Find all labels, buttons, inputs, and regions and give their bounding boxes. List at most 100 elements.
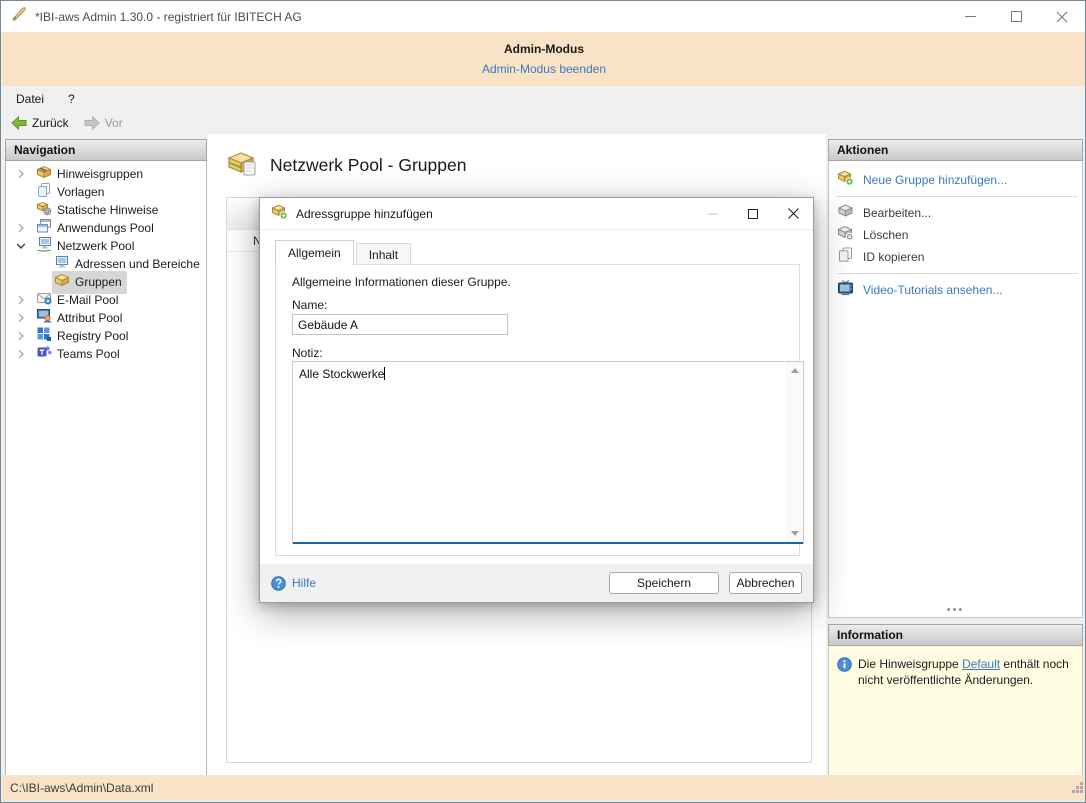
admin-mode-title: Admin-Modus bbox=[504, 42, 584, 56]
resize-grip-icon[interactable] bbox=[1071, 781, 1084, 799]
forward-button[interactable]: Vor bbox=[78, 114, 129, 132]
dialog-tabs: Allgemein Inhalt bbox=[275, 240, 413, 265]
chevron-down-icon[interactable] bbox=[16, 241, 34, 251]
right-panel: Aktionen Neue Gruppe hinzufügen... Bearb… bbox=[828, 139, 1083, 776]
tree-label: Teams Pool bbox=[57, 347, 120, 361]
note-scrollbar[interactable] bbox=[786, 362, 803, 542]
text-caret bbox=[384, 367, 386, 380]
window-title: *IBI-aws Admin 1.30.0 - registriert für … bbox=[35, 9, 302, 24]
actions-separator bbox=[837, 273, 1078, 274]
delete-group-icon bbox=[837, 224, 854, 246]
name-input[interactable] bbox=[292, 314, 508, 335]
note-value: Alle Stockwerke bbox=[299, 367, 385, 381]
panel-splitter-handle[interactable]: ••• bbox=[947, 605, 965, 617]
main-title-row: Netzwerk Pool - Gruppen bbox=[226, 148, 466, 183]
actions-separator bbox=[837, 196, 1078, 197]
group-description-text: Allgemeine Informationen dieser Gruppe. bbox=[292, 275, 511, 289]
action-label: ID kopieren bbox=[863, 250, 925, 264]
focus-indicator bbox=[293, 542, 803, 544]
name-label: Name: bbox=[292, 298, 328, 312]
dialog-controls bbox=[693, 198, 813, 230]
chevron-right-icon[interactable] bbox=[16, 331, 34, 341]
help-icon bbox=[271, 575, 286, 591]
dialog-footer: Hilfe Speichern Abbrechen bbox=[260, 564, 813, 602]
dialog-close-button[interactable] bbox=[773, 198, 813, 230]
note-label: Notiz: bbox=[292, 346, 323, 360]
tree-label: Anwendungs Pool bbox=[57, 221, 154, 235]
minimize-icon bbox=[964, 16, 976, 17]
tree-label: Netzwerk Pool bbox=[57, 239, 135, 253]
tree-item-teams-pool[interactable]: Teams Pool bbox=[6, 345, 206, 363]
teams-pool-icon bbox=[36, 344, 52, 365]
tree-label: Gruppen bbox=[75, 275, 122, 289]
default-group-link[interactable]: Default bbox=[962, 657, 1000, 671]
info-message-before: Die Hinweisgruppe bbox=[858, 657, 963, 671]
back-button[interactable]: Zurück bbox=[5, 114, 75, 132]
information-body: Die Hinweisgruppe Default enthält noch n… bbox=[828, 646, 1083, 776]
dialog-minimize-button[interactable] bbox=[693, 198, 733, 230]
tree-label: Hinweisgruppen bbox=[57, 167, 144, 181]
action-label: Bearbeiten... bbox=[863, 206, 932, 220]
admin-mode-exit-link[interactable]: Admin-Modus beenden bbox=[482, 62, 606, 76]
maximize-icon bbox=[748, 208, 758, 219]
tab-allgemein[interactable]: Allgemein bbox=[275, 240, 354, 265]
tree-label: Attribut Pool bbox=[57, 311, 123, 325]
menu-bar: Datei ? bbox=[2, 86, 1085, 111]
scroll-up-icon[interactable] bbox=[786, 362, 803, 379]
chevron-right-icon[interactable] bbox=[16, 223, 34, 233]
info-icon bbox=[837, 657, 852, 775]
tree-label: Vorlagen bbox=[57, 185, 105, 199]
action-copy-id[interactable]: ID kopieren bbox=[829, 246, 1082, 268]
action-label: Video-Tutorials ansehen... bbox=[863, 283, 1003, 297]
save-button[interactable]: Speichern bbox=[609, 572, 719, 594]
network-pool-icon bbox=[36, 236, 52, 257]
nav-toolbar: Zurück Vor bbox=[2, 111, 1085, 134]
dialog-buttons: Speichern Abbrechen bbox=[609, 572, 802, 594]
action-edit[interactable]: Bearbeiten... bbox=[829, 202, 1082, 224]
information-header: Information bbox=[828, 624, 1083, 646]
action-delete[interactable]: Löschen bbox=[829, 224, 1082, 246]
close-button[interactable] bbox=[1039, 1, 1085, 32]
note-textarea[interactable]: Alle Stockwerke bbox=[292, 361, 804, 544]
action-video-tutorials[interactable]: Video-Tutorials ansehen... bbox=[829, 279, 1082, 301]
tab-panel-allgemein: Allgemeine Informationen dieser Gruppe. … bbox=[275, 264, 804, 556]
chevron-right-icon[interactable] bbox=[16, 169, 34, 179]
navigation-panel: Navigation Hinweisgruppen Vorlagen Stati… bbox=[5, 139, 207, 776]
action-add-group[interactable]: Neue Gruppe hinzufügen... bbox=[829, 169, 1082, 191]
status-bar: C:\IBI-aws\Admin\Data.xml bbox=[2, 775, 1085, 801]
cancel-button[interactable]: Abbrechen bbox=[729, 572, 802, 594]
chevron-right-icon[interactable] bbox=[16, 313, 34, 323]
chevron-right-icon[interactable] bbox=[16, 295, 34, 305]
page-title: Netzwerk Pool - Gruppen bbox=[270, 155, 467, 175]
tree-label: Registry Pool bbox=[57, 329, 129, 343]
tree-label: E-Mail Pool bbox=[57, 293, 119, 307]
add-group-icon bbox=[837, 169, 854, 191]
admin-mode-banner: Admin-Modus Admin-Modus beenden bbox=[2, 32, 1085, 86]
chevron-right-icon[interactable] bbox=[16, 349, 34, 359]
minimize-button[interactable] bbox=[947, 1, 993, 32]
app-window: *IBI-aws Admin 1.30.0 - registriert für … bbox=[0, 0, 1086, 803]
tab-inhalt[interactable]: Inhalt bbox=[355, 243, 412, 265]
actions-header: Aktionen bbox=[828, 139, 1083, 161]
maximize-icon bbox=[1010, 11, 1022, 22]
back-arrow-icon bbox=[11, 115, 27, 130]
title-bar: *IBI-aws Admin 1.30.0 - registriert für … bbox=[1, 1, 1085, 32]
actions-list: Neue Gruppe hinzufügen... Bearbeiten... … bbox=[828, 161, 1083, 618]
menu-help[interactable]: ? bbox=[58, 88, 85, 110]
action-label: Neue Gruppe hinzufügen... bbox=[863, 173, 1008, 187]
back-label: Zurück bbox=[32, 115, 69, 130]
dialog-maximize-button[interactable] bbox=[733, 198, 773, 230]
help-link[interactable]: Hilfe bbox=[271, 575, 317, 591]
status-file-path: C:\IBI-aws\Admin\Data.xml bbox=[10, 781, 154, 795]
add-address-group-dialog: Adressgruppe hinzufügen Allgemein Inhalt… bbox=[259, 197, 814, 603]
close-icon bbox=[1056, 11, 1068, 22]
help-label: Hilfe bbox=[292, 576, 317, 590]
network-pool-groups-icon bbox=[226, 148, 258, 183]
menu-datei[interactable]: Datei bbox=[6, 88, 54, 110]
action-label: Löschen bbox=[863, 228, 909, 242]
maximize-button[interactable] bbox=[993, 1, 1039, 32]
note-text: Alle Stockwerke bbox=[299, 367, 781, 382]
copy-id-icon bbox=[837, 246, 854, 268]
scroll-down-icon[interactable] bbox=[786, 525, 803, 542]
add-group-dialog-icon bbox=[271, 203, 288, 225]
